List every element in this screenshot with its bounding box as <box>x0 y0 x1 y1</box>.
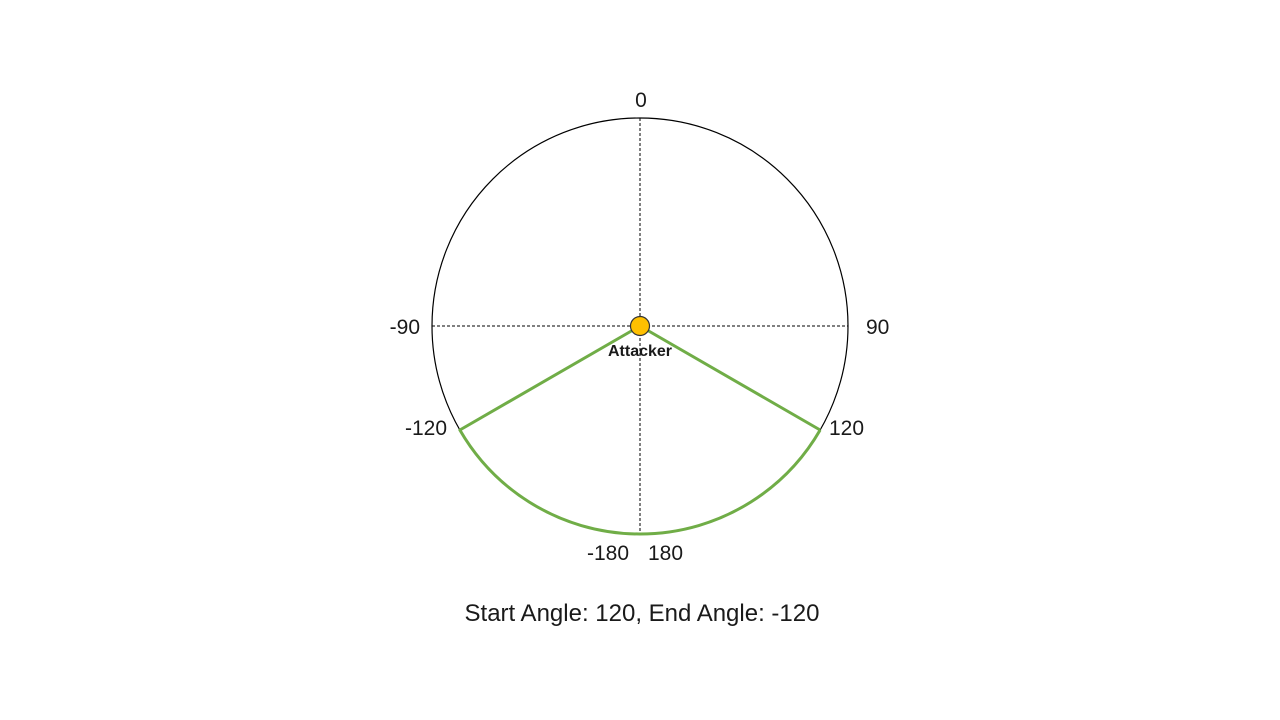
angle-diagram: Attacker 0 90 -90 120 -120 180 -180 Star… <box>390 89 890 627</box>
attacker-marker <box>629 315 651 337</box>
angle-label-0: 0 <box>635 89 647 112</box>
angle-label-120: 120 <box>829 417 864 440</box>
angle-label-neg120: -120 <box>405 417 447 440</box>
attacker-label: Attacker <box>608 343 672 360</box>
angle-caption: Start Angle: 120, End Angle: -120 <box>465 600 820 627</box>
angle-label-180: 180 <box>648 542 683 565</box>
angle-label-90: 90 <box>866 316 889 339</box>
angle-label-neg180: -180 <box>587 542 629 565</box>
angle-label-neg90: -90 <box>390 316 420 339</box>
